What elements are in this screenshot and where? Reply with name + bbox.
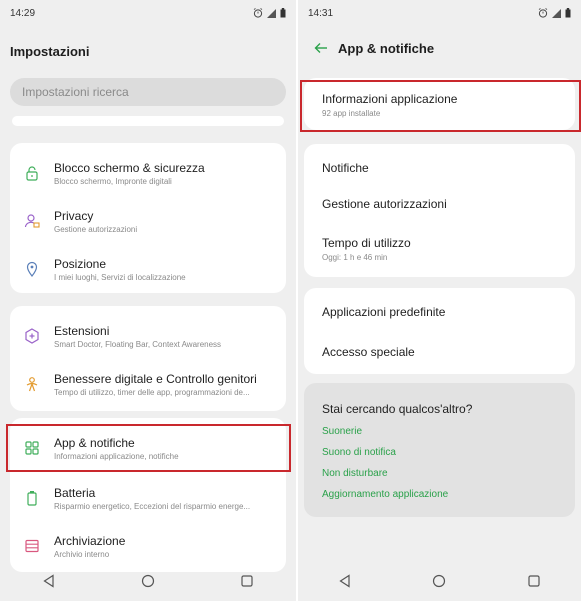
settings-item-subtitle: I miei luoghi, Servizi di localizzazione (54, 272, 186, 282)
signal-icon (552, 8, 561, 18)
status-time: 14:31 (308, 7, 334, 19)
settings-item-subtitle: Blocco schermo, Impronte digitali (54, 176, 172, 186)
settings-item-title: Benessere digitale e Controllo genitori (54, 371, 257, 386)
highlight-box (6, 424, 291, 472)
alarm-icon (253, 8, 263, 18)
suggestion-link-notification-sound[interactable]: Suono di notifica (322, 447, 396, 458)
page-title: App & notifiche (338, 40, 435, 56)
page-title: Impostazioni (10, 43, 90, 59)
settings-item-battery[interactable]: Batteria Risparmio energetico, Eccezioni… (10, 478, 286, 518)
settings-item-title: Archiviazione (54, 533, 126, 548)
status-bar: 14:31 (298, 0, 581, 26)
special-access-item[interactable]: Accesso speciale (322, 345, 565, 359)
settings-item-title: Privacy (54, 208, 94, 223)
extension-gear-icon (25, 328, 39, 344)
alarm-icon (538, 8, 548, 18)
recents-icon[interactable] (527, 574, 541, 588)
privacy-user-icon (24, 214, 40, 228)
location-pin-icon (26, 261, 38, 277)
settings-item-subtitle: Gestione autorizzazioni (54, 224, 138, 234)
battery-icon (27, 491, 37, 506)
signal-icon (267, 8, 276, 18)
status-icons (253, 8, 286, 18)
wellbeing-icon (26, 377, 38, 392)
back-icon[interactable] (42, 574, 56, 588)
settings-item-extensions[interactable]: Estensioni Smart Doctor, Floating Bar, C… (10, 316, 286, 356)
settings-group-security: Blocco schermo & sicurezza Blocco scherm… (10, 143, 286, 293)
app-header: App & notifiche (298, 26, 581, 70)
settings-item-subtitle: Archivio interno (54, 549, 110, 559)
apps-notifications-screen: 14:31 App & notifiche Informazioni appli… (298, 0, 581, 601)
default-apps-item[interactable]: Applicazioni predefinite (322, 305, 565, 319)
search-input[interactable]: Impostazioni ricerca (10, 78, 286, 106)
back-arrow-icon[interactable] (314, 42, 328, 54)
item-title: Notifiche (322, 161, 369, 175)
lock-icon (26, 166, 38, 181)
battery-status-icon (565, 8, 571, 18)
item-title: Gestione autorizzazioni (322, 197, 447, 211)
highlight-box (300, 80, 581, 132)
settings-item-title: Blocco schermo & sicurezza (54, 160, 205, 175)
settings-item-subtitle: Tempo di utilizzo, timer delle app, prog… (54, 387, 250, 397)
settings-screen: 14:29 Impostazioni Impostazioni ricerca … (0, 0, 296, 601)
storage-icon (25, 539, 39, 553)
item-title: Accesso speciale (322, 345, 415, 359)
settings-item-wellbeing[interactable]: Benessere digitale e Controllo genitori … (10, 364, 286, 404)
navigation-bar (298, 561, 581, 601)
back-icon[interactable] (338, 574, 352, 588)
item-subtitle: Oggi: 1 h e 46 min (322, 253, 388, 262)
suggestion-link-do-not-disturb[interactable]: Non disturbare (322, 468, 388, 479)
item-title: Tempo di utilizzo (322, 236, 411, 250)
recents-icon[interactable] (240, 574, 254, 588)
default-apps-group: Applicazioni predefinite Accesso special… (304, 288, 575, 374)
settings-item-title: Batteria (54, 485, 96, 500)
home-icon[interactable] (432, 574, 446, 588)
settings-group-extensions: Estensioni Smart Doctor, Floating Bar, C… (10, 306, 286, 411)
settings-item-subtitle: Smart Doctor, Floating Bar, Context Awar… (54, 339, 222, 349)
settings-item-privacy[interactable]: Privacy Gestione autorizzazioni (10, 201, 286, 241)
settings-item-location[interactable]: Posizione I miei luoghi, Servizi di loca… (10, 249, 286, 289)
settings-item-subtitle: Risparmio energetico, Eccezioni del risp… (54, 501, 251, 511)
screen-time-item[interactable]: Tempo di utilizzo Oggi: 1 h e 46 min (322, 236, 565, 262)
search-placeholder: Impostazioni ricerca (22, 85, 129, 99)
settings-item-storage[interactable]: Archiviazione Archivio interno (10, 526, 286, 566)
permissions-item[interactable]: Gestione autorizzazioni (322, 197, 565, 211)
item-title: Applicazioni predefinite (322, 305, 446, 319)
home-icon[interactable] (141, 574, 155, 588)
suggestion-link-app-update[interactable]: Aggiornamento applicazione (322, 489, 448, 500)
battery-status-icon (280, 8, 286, 18)
settings-item-title: Posizione (54, 256, 107, 271)
suggestions-card: Stai cercando qualcos'altro? Suonerie Su… (304, 383, 575, 517)
card-edge (12, 116, 284, 126)
notifications-group: Notifiche Gestione autorizzazioni Tempo … (304, 144, 575, 277)
notifications-item[interactable]: Notifiche (322, 161, 565, 175)
status-icons (538, 8, 571, 18)
suggestions-heading: Stai cercando qualcos'altro? (322, 402, 473, 416)
navigation-bar (0, 561, 296, 601)
suggestion-link-ringtones[interactable]: Suonerie (322, 426, 362, 437)
settings-item-title: Estensioni (54, 323, 110, 338)
status-time: 14:29 (10, 7, 36, 19)
status-bar: 14:29 (0, 0, 296, 26)
settings-item-lock-screen[interactable]: Blocco schermo & sicurezza Blocco scherm… (10, 153, 286, 193)
